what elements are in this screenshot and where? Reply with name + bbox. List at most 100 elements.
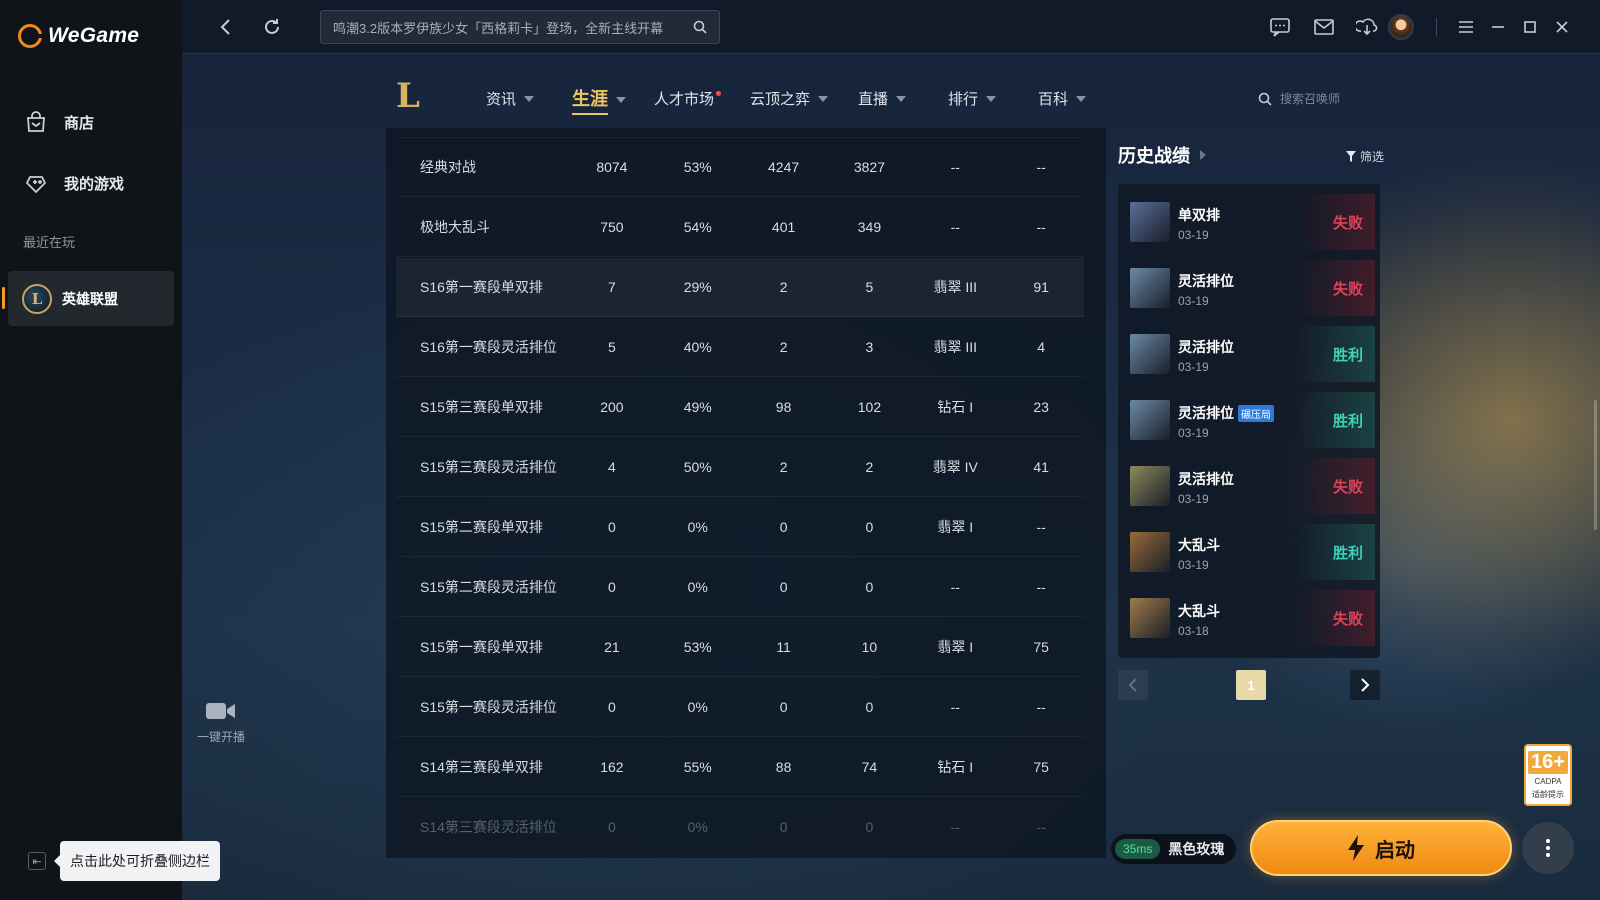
champion-avatar [1130,466,1170,506]
recent-game-lol[interactable]: L 英雄联盟 [2,271,174,326]
stat-cell: 0% [687,819,708,835]
match-mode: 灵活排位 碾压局 [1178,403,1274,423]
age-rating-brand: CADPA [1534,776,1562,786]
tab-news[interactable]: 资讯 [486,88,535,109]
tab-talent-market[interactable]: 人才市场 [654,88,722,109]
menu-button[interactable] [1454,15,1478,39]
match-item[interactable]: 大乱斗 03-18 失败 [1118,584,1380,650]
page-number[interactable]: 1 [1236,670,1266,700]
back-button[interactable] [214,15,238,39]
age-rating-label: 适龄提示 [1532,789,1564,799]
table-row[interactable]: 经典对战 8074 53% 4247 3827 -- -- [396,138,1084,197]
tab-career[interactable]: 生涯 [572,85,626,115]
pagination: 1 [1118,670,1380,700]
stat-cell: -- [1036,819,1046,835]
tab-label: 直播 [858,91,889,108]
tab-label: 资讯 [486,91,517,108]
table-row[interactable]: S15第一赛段灵活排位 0 0% 0 0 -- -- [396,678,1084,737]
sidebar-item-my-games[interactable]: 我的游戏 [24,171,124,195]
recent-game-name: 英雄联盟 [62,290,118,307]
search-icon[interactable] [693,20,707,34]
table-row[interactable]: S15第三赛段灵活排位 4 50% 2 2 翡翠 IV 41 [396,438,1084,497]
sidebar-item-store[interactable]: 商店 [24,110,94,134]
user-avatar[interactable] [1388,14,1414,40]
stat-cell: 7 [608,279,616,295]
chevron-down-icon [1076,95,1087,102]
hamburger-icon [1459,21,1473,33]
stat-cell: 0% [687,579,708,595]
stat-cell: 75 [1033,639,1049,655]
stat-cell: 0 [608,699,616,715]
stat-cell: 54% [683,219,712,235]
prev-page-button[interactable] [1118,670,1148,700]
mail-button[interactable] [1312,15,1336,39]
next-page-button[interactable] [1350,670,1380,700]
refresh-button[interactable] [260,15,284,39]
one-click-stream-button[interactable]: 一键开播 [193,700,249,745]
chevron-down-icon [986,95,997,102]
tab-tft[interactable]: 云顶之弈 [750,88,829,109]
match-date: 03-19 [1178,426,1209,440]
summoner-search-input[interactable]: 搜索召唤师 [1258,90,1340,107]
queue-name-cell: 极地大乱斗 [420,219,490,235]
lol-game-icon: L [22,283,52,314]
notification-dot [716,91,722,96]
store-icon [27,111,45,132]
global-search-input[interactable]: 鸣潮3.2版本罗伊族少女「西格莉卡」登场，全新主线开幕 [320,10,720,44]
app-name: WeGame [48,24,140,47]
sidebar: WeGame 商店 我的游戏 最近在玩 L 英雄联盟 ⇤ [0,0,182,900]
lol-logo[interactable]: L [390,76,426,116]
champion-avatar [1130,202,1170,242]
match-result: 失败 [1295,458,1375,514]
queue-name-cell: S15第一赛段灵活排位 [420,699,557,715]
filter-button[interactable]: 筛选 [1346,148,1384,165]
tab-ranking[interactable]: 排行 [948,88,997,109]
toolbar-divider [1436,18,1437,36]
table-row[interactable]: S15第二赛段单双排 0 0% 0 0 翡翠 I -- [396,498,1084,557]
stat-cell: -- [1036,159,1046,175]
table-row[interactable]: S15第一赛段单双排 21 53% 11 10 翡翠 I 75 [396,618,1084,677]
stat-cell: 4 [608,459,616,475]
stat-cell: 53% [683,159,712,175]
table-row[interactable]: S14第三赛段单双排 162 55% 88 74 钻石 I 75 [396,738,1084,797]
minimize-icon [1492,26,1504,28]
stat-cell: 49% [683,399,712,415]
age-rating-badge[interactable]: 16+ CADPA 适龄提示 [1524,744,1572,806]
mail-icon [1314,19,1334,35]
server-region-selector[interactable]: 35ms 黑色玫瑰 [1111,834,1237,864]
match-item[interactable]: 灵活排位 03-19 胜利 [1118,320,1380,386]
download-button[interactable] [1355,15,1379,39]
table-row[interactable]: S15第三赛段单双排 200 49% 98 102 钻石 I 23 [396,378,1084,437]
lightning-icon [1348,835,1364,861]
match-item[interactable]: 灵活排位 碾压局 03-19 胜利 [1118,386,1380,452]
filter-label: 筛选 [1360,150,1385,164]
table-row[interactable]: S16第一赛段单双排 7 29% 2 5 翡翠 III 91 [396,258,1084,317]
table-row[interactable]: S15第二赛段灵活排位 0 0% 0 0 -- -- [396,558,1084,617]
chat-button[interactable] [1268,15,1292,39]
launch-game-button[interactable]: 启动 [1250,820,1512,876]
scrollbar[interactable] [1594,400,1597,530]
close-button[interactable] [1550,15,1574,39]
collapse-sidebar-button[interactable]: ⇤ [28,852,46,870]
tab-live[interactable]: 直播 [858,88,907,109]
minimize-button[interactable] [1486,15,1510,39]
table-row[interactable]: S16第一赛段灵活排位 5 40% 2 3 翡翠 III 4 [396,318,1084,377]
stat-cell: 钻石 I [937,759,974,775]
stat-cell: 75 [1033,759,1049,775]
table-row[interactable]: 极地大乱斗 750 54% 401 349 -- -- [396,198,1084,257]
stat-cell: 0% [687,519,708,535]
wegame-logo[interactable]: WeGame [18,24,139,48]
match-result: 失败 [1295,590,1375,646]
match-history-title[interactable]: 历史战绩 [1118,142,1206,168]
table-row[interactable]: S14第三赛段灵活排位 0 0% 0 0 -- -- [396,798,1084,857]
match-item[interactable]: 单双排 03-19 失败 [1118,188,1380,254]
more-options-button[interactable] [1522,822,1574,874]
match-item[interactable]: 大乱斗 03-19 胜利 [1118,518,1380,584]
match-item[interactable]: 灵活排位 03-19 失败 [1118,254,1380,320]
match-history-panel: 历史战绩 筛选 单双排 03-19 失败 灵活排位 03-19 失败 灵活排位 03-19 胜利… [1106,128,1386,828]
tab-wiki[interactable]: 百科 [1038,88,1087,109]
queue-name-cell: S15第二赛段灵活排位 [420,579,557,595]
match-item[interactable]: 灵活排位 03-19 失败 [1118,452,1380,518]
maximize-button[interactable] [1518,15,1542,39]
history-title-text: 历史战绩 [1118,146,1190,166]
